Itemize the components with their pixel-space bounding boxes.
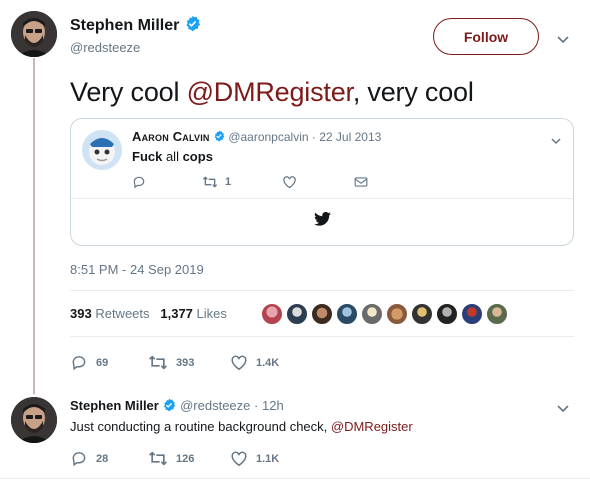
- quoted-date[interactable]: 22 Jul 2013: [319, 130, 381, 144]
- likes-stat[interactable]: 1,377 Likes: [160, 306, 227, 321]
- quoted-text-word: Fuck: [132, 149, 163, 164]
- bottom-divider: [0, 478, 590, 479]
- heart-icon: [283, 176, 296, 189]
- liker-avatar[interactable]: [435, 302, 459, 326]
- date-separator: ·: [311, 130, 316, 144]
- tweet-text-prefix: Very cool: [70, 77, 187, 107]
- liker-avatar[interactable]: [260, 302, 284, 326]
- tweet-text: Very cool @DMRegister, very cool: [70, 76, 474, 108]
- liker-avatar[interactable]: [285, 302, 309, 326]
- quoted-actions: 1: [132, 175, 368, 189]
- likes-label: Likes: [196, 306, 227, 321]
- quoted-like-button[interactable]: [282, 175, 354, 189]
- likes-count: 1,377: [160, 306, 193, 321]
- like-button[interactable]: 1.1K: [230, 450, 279, 467]
- verified-badge-icon: [213, 130, 225, 145]
- quoted-reply-button[interactable]: [132, 175, 202, 189]
- liker-avatars: [260, 302, 510, 326]
- reply-button[interactable]: 28: [70, 450, 148, 467]
- reply-text-body: Just conducting a routine background che…: [70, 419, 331, 434]
- divider: [70, 290, 574, 291]
- reply-count: 28: [96, 452, 109, 465]
- quoted-tweet-card[interactable]: Aaron Calvin @aaronpcalvin · 22 Jul 2013…: [70, 118, 574, 246]
- quoted-header: Aaron Calvin @aaronpcalvin · 22 Jul 2013: [132, 129, 381, 145]
- retweet-count: 126: [176, 452, 195, 465]
- chevron-down-icon[interactable]: [556, 401, 570, 413]
- heart-icon: [231, 355, 247, 371]
- twitter-bird-icon: [314, 211, 331, 231]
- quoted-retweet-button[interactable]: 1: [202, 175, 282, 189]
- reply-icon: [133, 176, 145, 189]
- reply-icon: [72, 452, 86, 467]
- quoted-text: Fuck all cops: [132, 149, 213, 164]
- engagement-stats: 393 Retweets 1,377 Likes: [70, 306, 227, 321]
- quote-divider: [71, 198, 573, 199]
- like-count: 1.1K: [256, 452, 280, 465]
- verified-badge-icon: [184, 15, 201, 37]
- reply-time[interactable]: 12h: [262, 398, 284, 413]
- reply-actions: 28 126 1.1K: [70, 450, 279, 467]
- liker-avatar[interactable]: [460, 302, 484, 326]
- retweet-icon: [202, 176, 218, 188]
- author-avatar[interactable]: [11, 11, 57, 57]
- reply-author-name[interactable]: Stephen Miller: [70, 398, 159, 413]
- reply-author-handle[interactable]: @redsteeze: [180, 398, 250, 413]
- retweet-icon: [149, 451, 167, 466]
- reply-count: 69: [96, 356, 109, 369]
- tweet-timestamp[interactable]: 8:51 PM - 24 Sep 2019: [70, 262, 204, 277]
- quoted-text-word: cops: [182, 149, 213, 164]
- reply-button[interactable]: 69: [70, 354, 148, 371]
- divider: [70, 336, 574, 337]
- tweet-actions: 69 393 1.4K: [70, 354, 279, 371]
- reply-author-avatar[interactable]: [11, 397, 57, 443]
- retweets-label: Retweets: [95, 306, 150, 321]
- quoted-text-word: all: [162, 149, 183, 164]
- author-handle[interactable]: @redsteeze: [70, 40, 140, 55]
- mention-link[interactable]: @DMRegister: [331, 419, 413, 434]
- retweets-count: 393: [70, 306, 92, 321]
- liker-avatar[interactable]: [485, 302, 509, 326]
- retweets-stat[interactable]: 393 Retweets: [70, 306, 150, 321]
- time-separator: ·: [254, 398, 259, 413]
- author-name[interactable]: Stephen Miller: [70, 17, 179, 34]
- quoted-message-button[interactable]: [354, 176, 368, 188]
- quoted-retweet-count: 1: [225, 176, 232, 188]
- verified-badge-icon: [162, 398, 176, 415]
- thread-line: [33, 58, 35, 394]
- reply-header: Stephen Miller @redsteeze · 12h: [70, 398, 284, 415]
- retweet-icon: [149, 355, 167, 370]
- chevron-down-icon[interactable]: [556, 32, 570, 44]
- follow-button[interactable]: Follow: [433, 18, 539, 55]
- envelope-icon: [354, 177, 368, 187]
- liker-avatar[interactable]: [310, 302, 334, 326]
- liker-avatar[interactable]: [385, 302, 409, 326]
- liker-avatar[interactable]: [360, 302, 384, 326]
- retweet-button[interactable]: 393: [148, 354, 230, 371]
- quoted-author-handle[interactable]: @aaronpcalvin: [228, 130, 308, 144]
- like-count: 1.4K: [256, 356, 280, 369]
- tweet-text-suffix: , very cool: [352, 77, 474, 107]
- quoted-author-name[interactable]: Aaron Calvin: [132, 129, 210, 144]
- chevron-down-icon[interactable]: [550, 133, 562, 145]
- liker-avatar[interactable]: [335, 302, 359, 326]
- retweet-count: 393: [176, 356, 195, 369]
- liker-avatar[interactable]: [410, 302, 434, 326]
- quoted-author-avatar: [82, 130, 122, 170]
- reply-icon: [72, 356, 86, 371]
- retweet-button[interactable]: 126: [148, 450, 230, 467]
- reply-text: Just conducting a routine background che…: [70, 419, 413, 434]
- mention-link[interactable]: @DMRegister: [187, 77, 353, 107]
- like-button[interactable]: 1.4K: [230, 354, 279, 371]
- heart-icon: [231, 451, 247, 467]
